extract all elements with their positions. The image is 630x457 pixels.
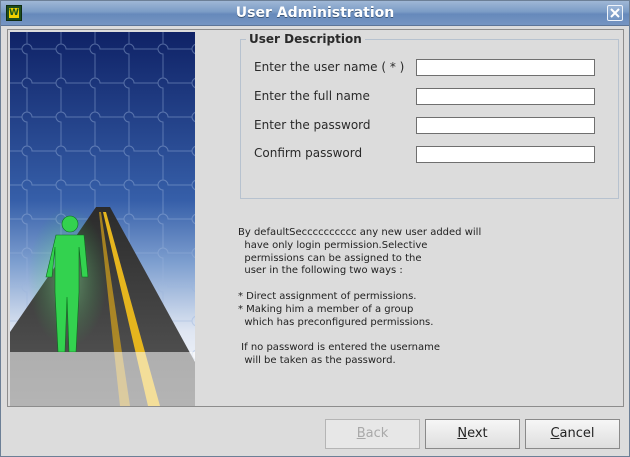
- title-bar[interactable]: W User Administration: [1, 1, 629, 26]
- cancel-button[interactable]: Cancel: [525, 419, 620, 449]
- cancel-button-mnemonic: C: [550, 426, 560, 441]
- full-name-input[interactable]: [416, 88, 595, 105]
- confirm-password-input[interactable]: [416, 146, 595, 163]
- close-icon: [610, 8, 620, 18]
- user-name-label: Enter the user name ( * ): [254, 60, 405, 74]
- wizard-side-image: [10, 32, 195, 406]
- back-button-mnemonic: B: [356, 426, 366, 441]
- user-administration-window: W User Administration User Description E…: [0, 0, 630, 457]
- next-button-label: ext: [467, 426, 488, 441]
- permission-info-text: By defaultSecccccccccc any new user adde…: [238, 227, 482, 366]
- full-name-label: Enter the full name: [254, 89, 370, 103]
- user-name-input[interactable]: [416, 59, 595, 76]
- user-description-title: User Description: [246, 32, 365, 46]
- password-input[interactable]: [416, 117, 595, 134]
- next-button[interactable]: Next: [425, 419, 520, 449]
- next-button-mnemonic: N: [457, 426, 468, 441]
- back-button[interactable]: Back: [325, 419, 420, 449]
- confirm-password-label: Confirm password: [254, 146, 363, 160]
- cancel-button-label: ancel: [559, 426, 595, 441]
- back-button-label: ack: [365, 426, 389, 441]
- password-label: Enter the password: [254, 118, 371, 132]
- close-button[interactable]: [607, 5, 623, 21]
- wizard-content: User Description Enter the user name ( *…: [7, 29, 624, 407]
- window-title: User Administration: [235, 5, 395, 21]
